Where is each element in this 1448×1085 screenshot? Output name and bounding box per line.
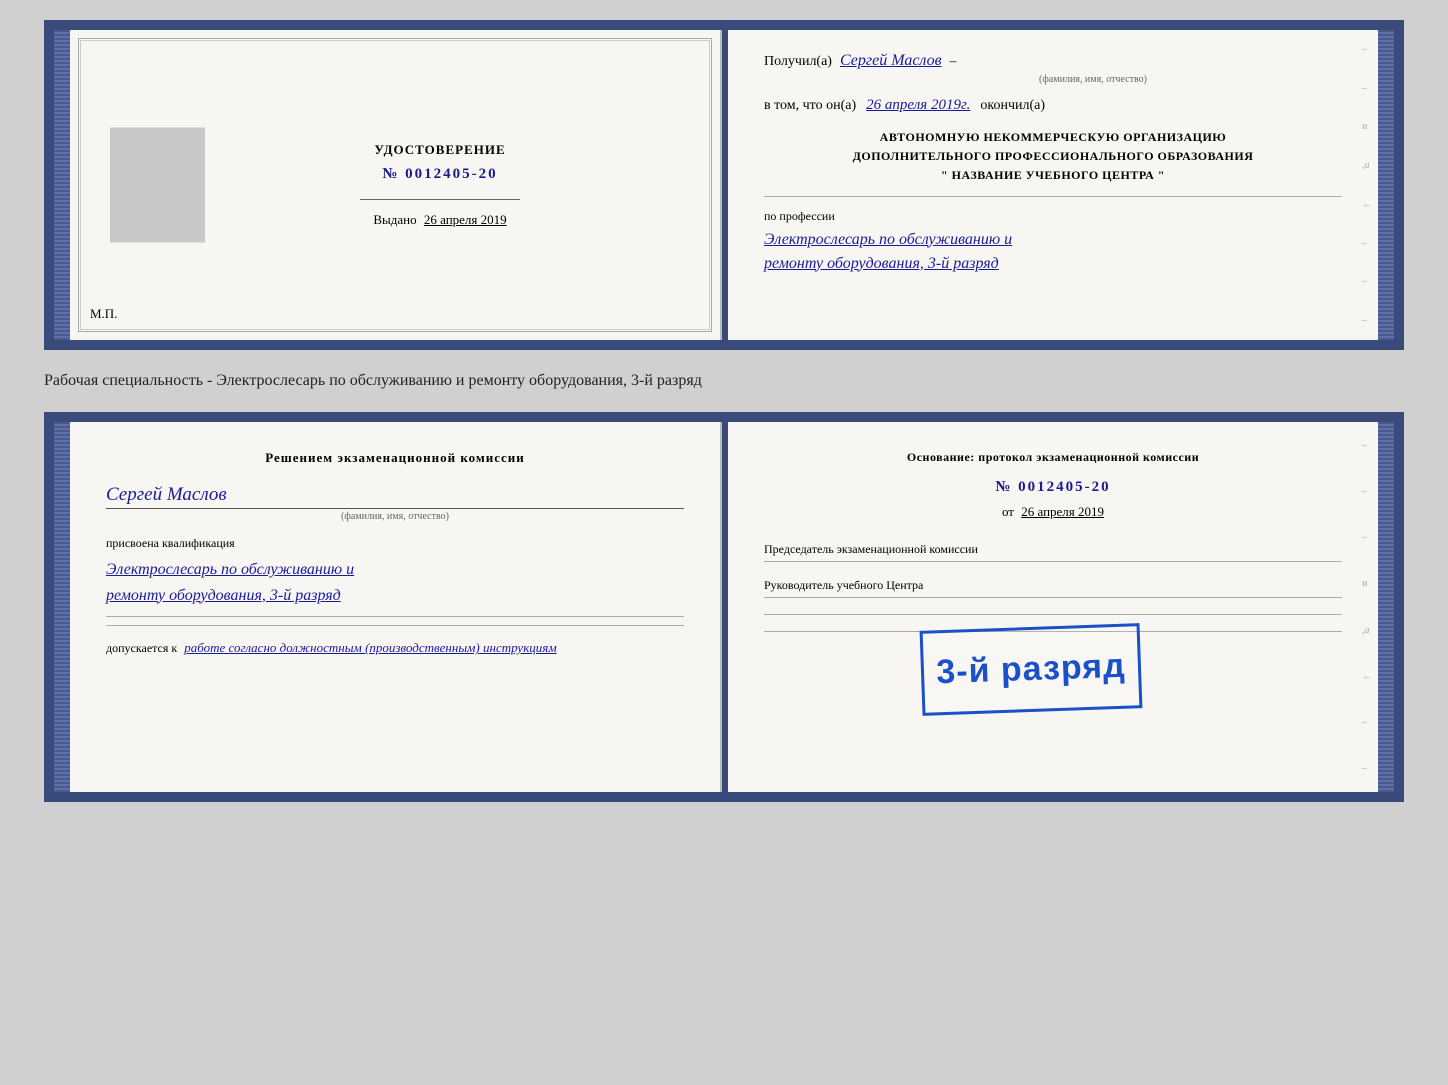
cert-right-page: Получил(а) Сергей Маслов – (фамилия, имя…: [728, 30, 1378, 340]
qual-right-title: Основание: протокол экзаменационной коми…: [764, 450, 1342, 465]
cert-recipient-row: Получил(а) Сергей Маслов –: [764, 52, 1342, 70]
photo-placeholder: [110, 128, 205, 243]
mp-label: М.П.: [90, 306, 117, 322]
cert-issued-label: Выдано: [373, 212, 416, 227]
cert-in-that: в том, что он(а): [764, 98, 856, 114]
qual-chairman-label: Председатель экзаменационной комиссии: [764, 542, 1342, 557]
qual-left-edge: [54, 422, 70, 792]
cert-org-text: АВТОНОМНУЮ НЕКОММЕРЧЕСКУЮ ОРГАНИЗАЦИЮ ДО…: [764, 128, 1342, 186]
cert-profession-line2: ремонту оборудования, 3-й разряд: [764, 252, 1342, 276]
qual-protocol-date: 26 апреля 2019: [1021, 504, 1104, 519]
stamp-text: 3-й разряд: [936, 647, 1127, 693]
right-edge-decoration: [1378, 30, 1394, 340]
separator-text: Рабочая специальность - Электрослесарь п…: [44, 368, 1404, 394]
qual-admitted-row: допускается к работе согласно должностны…: [106, 640, 684, 656]
qual-person-name: Сергей Маслов: [106, 484, 684, 506]
cert-intro-label: Получил(а): [764, 54, 832, 70]
cert-org-name: " НАЗВАНИЕ УЧЕБНОГО ЦЕНТРА ": [764, 166, 1342, 185]
qualification-stamp: 3-й разряд: [920, 623, 1143, 716]
cert-divider: [764, 196, 1342, 197]
qual-protocol-number: № 0012405-20: [764, 479, 1342, 496]
cert-completed-row: в том, что он(а) 26 апреля 2019г. окончи…: [764, 97, 1342, 114]
cert-dash: –: [950, 54, 957, 70]
qual-left-page: Решением экзаменационной комиссии Сергей…: [70, 422, 722, 792]
qual-line-2: [106, 625, 684, 626]
certificate-book: УДОСТОВЕРЕНИЕ № 0012405-20 Выдано 26 апр…: [44, 20, 1404, 350]
cert-org-line2: ДОПОЛНИТЕЛЬНОГО ПРОФЕССИОНАЛЬНОГО ОБРАЗО…: [764, 147, 1342, 166]
cert-profession-text: Электрослесарь по обслуживанию и ремонту…: [764, 228, 1342, 276]
cert-completed-label: окончил(а): [980, 98, 1045, 114]
qual-qualification-text: Электрослесарь по обслуживанию и ремонту…: [106, 557, 684, 608]
qualification-book: Решением экзаменационной комиссии Сергей…: [44, 412, 1404, 802]
cert-title-label: УДОСТОВЕРЕНИЕ: [360, 142, 520, 158]
qual-blank-line1: [764, 614, 1342, 615]
qual-left-title: Решением экзаменационной комиссии: [106, 450, 684, 466]
qual-protocol-date-row: от 26 апреля 2019: [764, 504, 1342, 520]
cert-completed-date: 26 апреля 2019г.: [866, 97, 970, 114]
qual-admitted-prefix: допускается к: [106, 641, 177, 655]
cert-issued-row: Выдано 26 апреля 2019: [360, 212, 520, 228]
qual-admitted-text: работе согласно должностным (производств…: [184, 640, 556, 655]
cert-recipient-name: Сергей Маслов: [840, 52, 942, 70]
qual-right-edge: [1378, 422, 1394, 792]
cert-recipient-subtitle: (фамилия, имя, отчество): [844, 74, 1342, 85]
qual-director-line: [764, 597, 1342, 598]
cert-number-label: № 0012405-20: [360, 166, 520, 183]
qual-right-page: Основание: протокол экзаменационной коми…: [728, 422, 1378, 792]
cert-profession-label: по профессии: [764, 209, 1342, 224]
cert-org-line1: АВТОНОМНУЮ НЕКОММЕРЧЕСКУЮ ОРГАНИЗАЦИЮ: [764, 128, 1342, 147]
qual-date-prefix: от: [1002, 504, 1014, 519]
cert-issued-date: 26 апреля 2019: [424, 212, 507, 227]
qual-assigned-label: присвоена квалификация: [106, 536, 684, 551]
qual-director-label: Руководитель учебного Центра: [764, 578, 1342, 593]
qual-right-dashes: – – – и ,а ← – –: [1362, 422, 1372, 792]
right-dashes: – – и ,а ← – – –: [1362, 30, 1372, 340]
cert-profession-line1: Электрослесарь по обслуживанию и: [764, 228, 1342, 252]
qual-line-1: [106, 616, 684, 617]
qual-person-subtitle: (фамилия, имя, отчество): [106, 508, 684, 522]
qual-line1: Электрослесарь по обслуживанию и: [106, 557, 684, 583]
qual-chairman-line: [764, 561, 1342, 562]
cert-signature-line: [360, 199, 520, 200]
left-edge-decoration: [54, 30, 70, 340]
cert-left-page: УДОСТОВЕРЕНИЕ № 0012405-20 Выдано 26 апр…: [70, 30, 722, 340]
qual-line2: ремонту оборудования, 3-й разряд: [106, 583, 684, 609]
cert-center-content: УДОСТОВЕРЕНИЕ № 0012405-20 Выдано 26 апр…: [360, 142, 520, 228]
